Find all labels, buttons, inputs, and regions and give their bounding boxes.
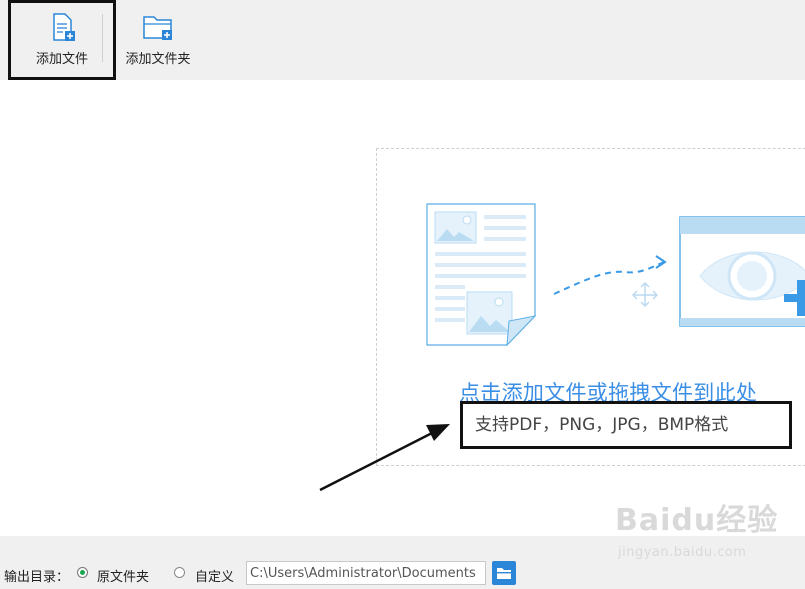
output-bar: 输出目录： 原文件夹 自定义 — [0, 536, 805, 589]
eye-image-icon — [679, 216, 805, 327]
document-image-icon — [426, 203, 537, 347]
browse-folder-button[interactable] — [492, 561, 516, 585]
output-directory-label: 输出目录： — [4, 570, 70, 585]
output-path-input[interactable] — [246, 561, 486, 585]
drag-arrow-path — [553, 261, 665, 295]
original-folder-radio[interactable] — [77, 567, 88, 578]
watermark: Baidu经验 jingyan.baidu.com — [615, 495, 779, 560]
watermark-url: jingyan.baidu.com — [618, 545, 747, 560]
custom-folder-label[interactable]: 自定义 — [195, 566, 234, 585]
folder-browse-icon — [497, 568, 511, 579]
custom-folder-radio[interactable] — [174, 567, 185, 578]
supported-formats: 支持PDF，PNG，JPG，BMP格式 — [460, 401, 792, 449]
move-icon — [632, 282, 658, 307]
original-folder-label[interactable]: 原文件夹 — [97, 566, 149, 585]
watermark-brand: Baidu经验 — [615, 503, 779, 538]
